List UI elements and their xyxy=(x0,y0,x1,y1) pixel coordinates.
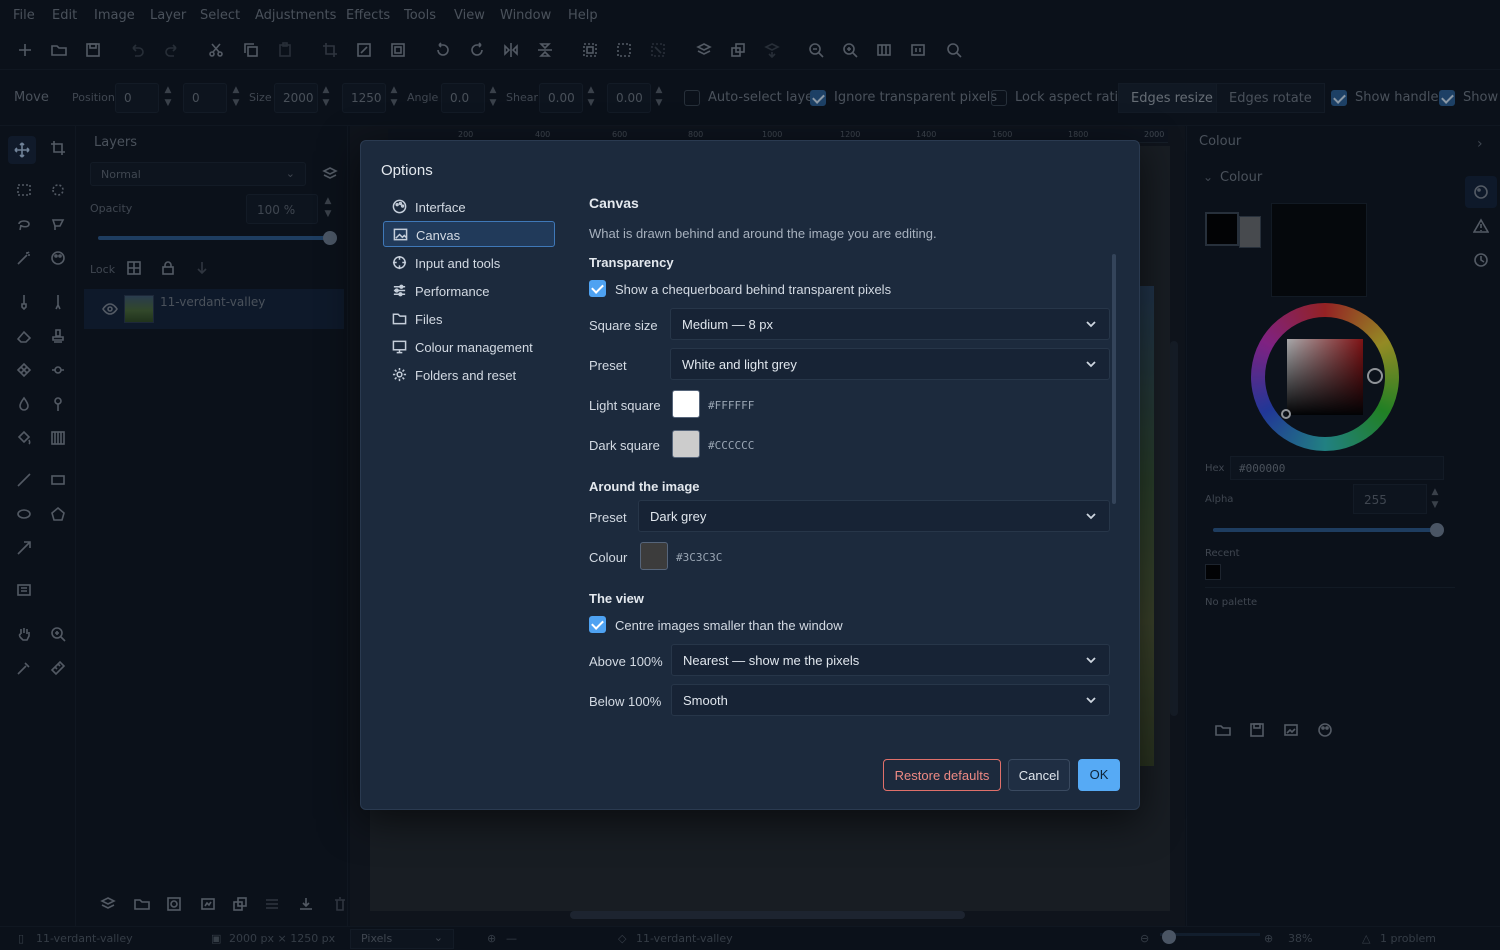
transparency-preset-label: Preset xyxy=(589,358,627,373)
dark-square-swatch[interactable] xyxy=(672,430,700,458)
dialog-title: Options xyxy=(381,162,433,179)
nav-label: Canvas xyxy=(416,228,461,243)
sliders-icon xyxy=(389,280,409,300)
chevron-down-icon xyxy=(1085,694,1097,706)
gear-icon xyxy=(389,364,409,384)
content-scrollbar[interactable] xyxy=(1112,254,1116,504)
folder-icon xyxy=(389,308,409,328)
square-size-label: Square size xyxy=(589,318,658,333)
section-title: Canvas xyxy=(589,195,639,211)
crosshair-icon xyxy=(389,252,409,272)
nav-input-and-tools[interactable]: Input and tools xyxy=(383,250,555,276)
options-dialog: Options Interface Canvas Input and tools… xyxy=(360,140,1140,810)
transparency-preset-value: White and light grey xyxy=(682,357,797,372)
section-description: What is drawn behind and around the imag… xyxy=(589,226,937,241)
nav-performance[interactable]: Performance xyxy=(383,278,555,304)
nav-label: Folders and reset xyxy=(415,368,517,383)
square-size-select[interactable]: Medium — 8 px xyxy=(670,308,1110,340)
nav-canvas[interactable]: Canvas xyxy=(383,221,555,247)
nav-label: Files xyxy=(415,312,443,327)
restore-defaults-button[interactable]: Restore defaults xyxy=(883,759,1001,791)
around-colour-label: Colour xyxy=(589,550,628,565)
transparency-preset-select[interactable]: White and light grey xyxy=(670,348,1110,380)
below-100-select[interactable]: Smooth xyxy=(671,684,1110,716)
below-100-label: Below 100% xyxy=(589,694,662,709)
centre-images-label: Centre images smaller than the window xyxy=(615,618,843,633)
nav-files[interactable]: Files xyxy=(383,306,555,332)
nav-interface[interactable]: Interface xyxy=(383,194,555,220)
chevron-down-icon xyxy=(1085,510,1097,522)
nav-label: Interface xyxy=(415,200,466,215)
chevron-down-icon xyxy=(1085,318,1097,330)
light-square-swatch[interactable] xyxy=(672,390,700,418)
chequerboard-checkbox[interactable] xyxy=(589,280,606,297)
transparency-heading: Transparency xyxy=(589,255,674,270)
view-heading: The view xyxy=(589,591,644,606)
light-square-label: Light square xyxy=(589,398,661,413)
chequerboard-label: Show a chequerboard behind transparent p… xyxy=(615,282,892,297)
around-colour-hex: #3C3C3C xyxy=(676,551,723,564)
nav-folders-and-reset[interactable]: Folders and reset xyxy=(383,362,555,388)
around-colour-swatch[interactable] xyxy=(640,542,668,570)
centre-images-checkbox[interactable] xyxy=(589,616,606,633)
nav-label: Input and tools xyxy=(415,256,501,271)
around-preset-label: Preset xyxy=(589,510,627,525)
nav-label: Performance xyxy=(415,284,490,299)
around-heading: Around the image xyxy=(589,479,700,494)
around-preset-value: Dark grey xyxy=(650,509,707,524)
above-100-select[interactable]: Nearest — show me the pixels xyxy=(671,644,1110,676)
monitor-icon xyxy=(389,336,409,356)
below-100-value: Smooth xyxy=(683,693,728,708)
chevron-down-icon xyxy=(1085,654,1097,666)
palette-icon xyxy=(389,196,409,216)
light-square-hex: #FFFFFF xyxy=(708,399,755,412)
above-100-value: Nearest — show me the pixels xyxy=(683,653,860,668)
around-preset-select[interactable]: Dark grey xyxy=(638,500,1110,532)
ok-button[interactable]: OK xyxy=(1078,759,1120,791)
above-100-label: Above 100% xyxy=(589,654,663,669)
image-icon xyxy=(390,224,410,244)
chevron-down-icon xyxy=(1085,358,1097,370)
dark-square-label: Dark square xyxy=(589,438,660,453)
square-size-value: Medium — 8 px xyxy=(682,317,774,332)
nav-colour-management[interactable]: Colour management xyxy=(383,334,555,360)
nav-label: Colour management xyxy=(415,340,533,355)
dark-square-hex: #CCCCCC xyxy=(708,439,755,452)
cancel-button[interactable]: Cancel xyxy=(1008,759,1070,791)
